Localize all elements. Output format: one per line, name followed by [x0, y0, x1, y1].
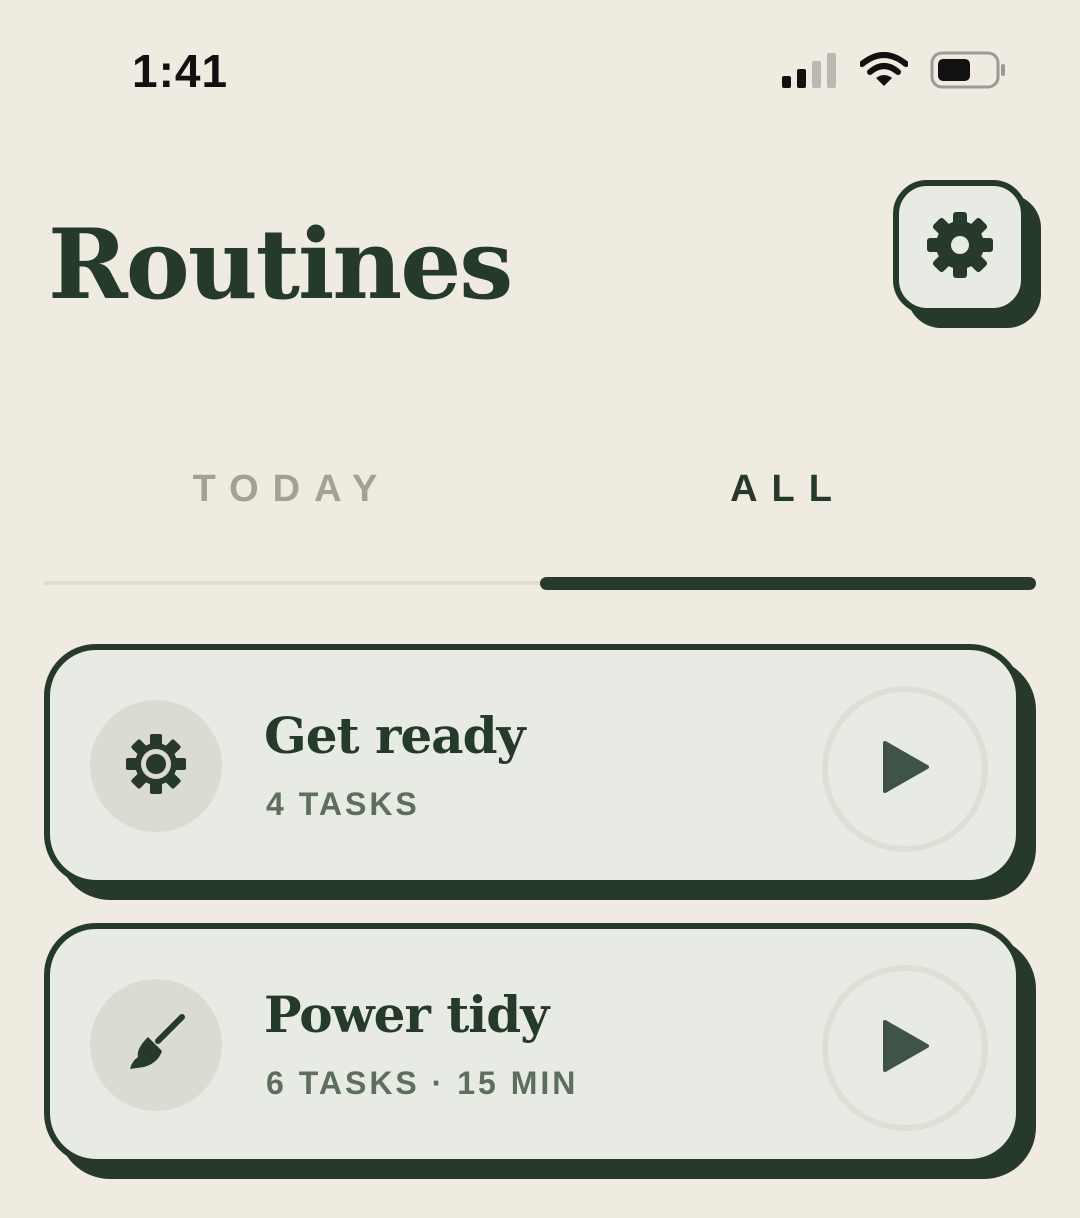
routine-meta: 6 TASKS · 15 MIN [266, 1065, 579, 1101]
tab-active-indicator [540, 577, 1036, 590]
gear-icon [925, 210, 995, 285]
play-icon [879, 739, 931, 800]
routine-title: Power tidy [264, 985, 549, 1044]
page-title: Routines [48, 208, 513, 321]
routine-title: Get ready [264, 706, 526, 765]
tab-track [44, 581, 540, 585]
routine-meta: 4 TASKS [266, 786, 420, 822]
tab-bar: TODAY ALL [44, 440, 1036, 592]
broom-icon [124, 1011, 188, 1080]
tab-all[interactable]: ALL [540, 468, 1036, 511]
settings-button[interactable] [893, 180, 1027, 314]
status-time: 1:41 [132, 45, 229, 97]
play-button[interactable] [822, 686, 988, 852]
sun-icon [125, 733, 187, 800]
status-icons [782, 50, 1008, 95]
cellular-signal-icon [782, 52, 838, 93]
battery-icon [930, 50, 1008, 95]
routine-icon-badge [90, 700, 222, 832]
tab-today[interactable]: TODAY [44, 468, 540, 511]
routine-card-power-tidy[interactable]: Power tidy 6 TASKS · 15 MIN [44, 923, 1022, 1165]
routine-icon-badge [90, 979, 222, 1111]
routine-card-get-ready[interactable]: Get ready 4 TASKS [44, 644, 1022, 886]
play-button[interactable] [822, 965, 988, 1131]
play-icon [879, 1018, 931, 1079]
wifi-icon [859, 52, 909, 93]
